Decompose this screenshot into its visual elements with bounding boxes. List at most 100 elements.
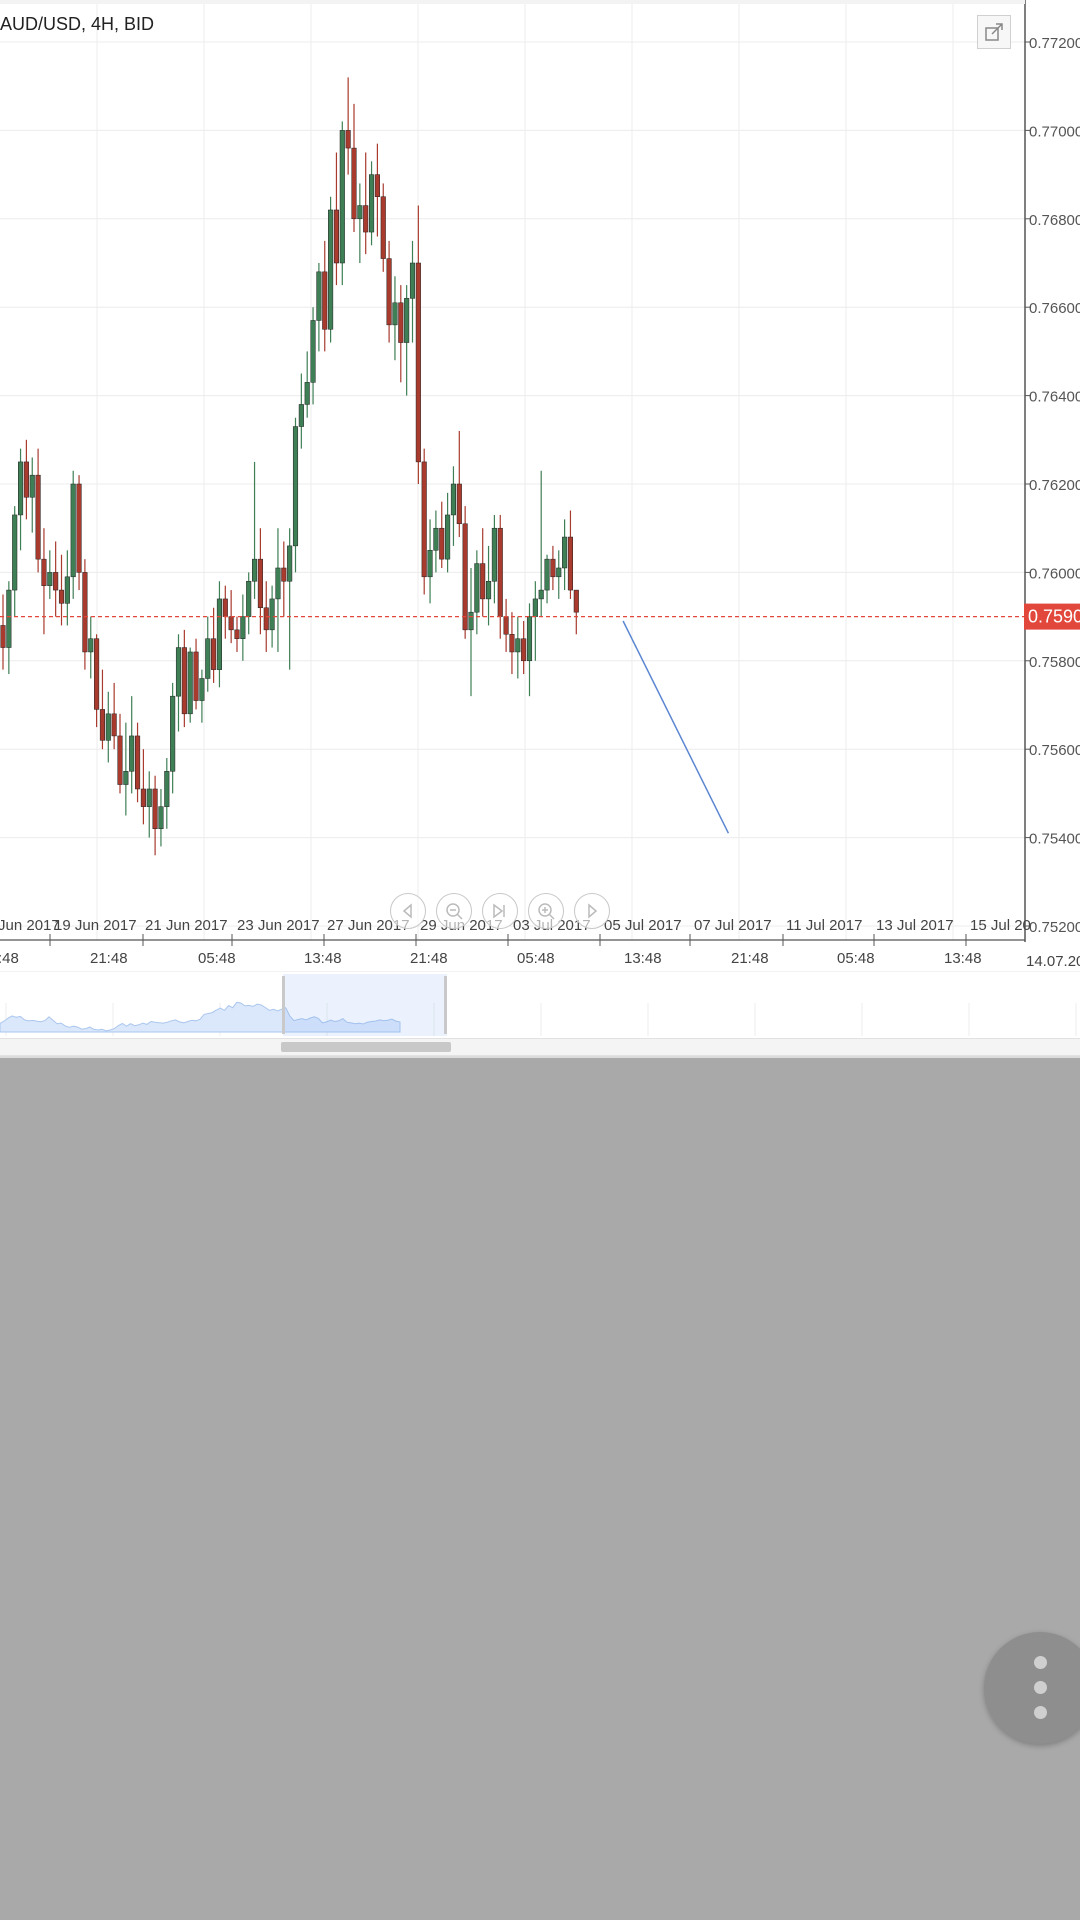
price-tick-label: 0.77000 (1029, 123, 1080, 140)
candle-bullish (252, 558, 258, 582)
candle-bearish (140, 788, 146, 807)
candle-bullish (468, 611, 474, 631)
candle-bullish (409, 262, 416, 299)
candle-bearish (193, 651, 199, 701)
candle-bearish (117, 735, 123, 785)
candle-bearish (462, 523, 468, 631)
current-price-line: 0.7590 (0, 603, 1080, 630)
zoom-in-icon (538, 903, 555, 920)
candle-bullish (433, 527, 439, 551)
candle-bearish (386, 258, 392, 326)
current-price-label: 0.7590 (1028, 607, 1080, 627)
time-label: 13:48 (624, 950, 662, 967)
candle-bullish (357, 205, 363, 220)
candle-bullish (88, 638, 94, 653)
candle-bearish (76, 483, 82, 573)
candle-bearish (567, 536, 574, 591)
candle-bearish (99, 709, 106, 741)
candle-bullish (486, 580, 492, 600)
candle-bullish (526, 616, 533, 662)
time-label: 21:48 (410, 950, 448, 967)
candle-bullish (328, 209, 334, 330)
candle-bullish (175, 647, 182, 697)
more-vertical-icon-dot (1034, 1681, 1047, 1694)
panel-divider (0, 1056, 1080, 1058)
time-label: 05:48 (837, 950, 875, 967)
candle-bullish (205, 638, 211, 679)
scroll-left-button[interactable] (390, 893, 426, 929)
candle-bullish (146, 788, 152, 807)
more-options-button[interactable] (984, 1632, 1080, 1744)
chart-panel[interactable]: 0.7590 0.77200 0.77000 0.76800 0.76600 0.764… (0, 0, 1080, 1058)
candle-bullish (515, 638, 521, 653)
jump-to-end-button[interactable] (482, 893, 518, 929)
candle-bearish (152, 788, 158, 830)
candle-bullish (216, 598, 222, 670)
time-label: :48 (0, 950, 19, 967)
candle-bearish (94, 638, 100, 710)
candle-bullish (392, 302, 398, 326)
candle-bearish (35, 474, 41, 560)
time-label: 21:48 (731, 950, 769, 967)
scroll-right-button[interactable] (574, 893, 610, 929)
candle-bearish (509, 634, 515, 653)
trend-line-segment[interactable] (622, 620, 730, 834)
navigator-handle-left (282, 976, 285, 1034)
candle-bullish (298, 404, 304, 427)
chart-scrollbar[interactable] (0, 1038, 1080, 1056)
date-label: 13 Jul 2017 (876, 917, 954, 934)
candle-bearish (111, 713, 117, 737)
candle-bullish (292, 426, 299, 547)
date-label: 07 Jul 2017 (694, 917, 772, 934)
zoom-out-button[interactable] (436, 893, 472, 929)
date-label: 11 Jul 2017 (786, 917, 862, 934)
expand-button[interactable] (977, 15, 1011, 49)
price-tick-label: 0.75200 (1029, 919, 1080, 936)
candle-bearish (58, 589, 65, 604)
candle-bullish (164, 771, 170, 807)
navigator[interactable] (0, 972, 1080, 1036)
price-tick-label: 0.76800 (1029, 212, 1080, 229)
candle-bullish (275, 567, 281, 600)
date-label: 15 Jul 20 (970, 917, 1031, 934)
candlestick-chart[interactable]: 0.7590 0.77200 0.77000 0.76800 0.76600 0.764… (0, 0, 1080, 1040)
expand-icon (985, 23, 1003, 41)
zoom-in-button[interactable] (528, 893, 564, 929)
candle-bullish (269, 598, 275, 631)
candle-bearish (222, 598, 228, 617)
price-tick-label: 0.76200 (1029, 477, 1080, 494)
candle-bearish (333, 209, 339, 264)
scrollbar-thumb[interactable] (281, 1042, 451, 1052)
price-tick-label: 0.75800 (1029, 654, 1080, 671)
candle-bearish (322, 271, 328, 330)
candle-bearish (0, 625, 6, 648)
candle-bullish (538, 589, 544, 600)
candle-bearish (374, 174, 380, 197)
time-label: 05:48 (517, 950, 555, 967)
candles (0, 77, 579, 856)
candle-bearish (82, 572, 88, 653)
candle-bullish (187, 651, 193, 715)
candle-bullish (129, 735, 135, 772)
chart-title: AUD/USD, 4H, BID (0, 14, 155, 34)
candle-bearish (228, 616, 234, 631)
navigator-handle-right (444, 976, 447, 1034)
candle-bearish (415, 262, 421, 463)
time-label: 05:48 (198, 950, 236, 967)
date-label: 19 Jun 2017 (54, 917, 137, 934)
candle-bullish (199, 678, 205, 701)
date-label: 23 Jun 2017 (237, 917, 320, 934)
zoom-out-icon (446, 903, 463, 920)
candle-bearish (135, 735, 141, 790)
candle-bearish (263, 607, 269, 631)
trend-line[interactable] (622, 620, 730, 834)
candle-bearish (345, 130, 351, 149)
candle-bearish (211, 638, 217, 670)
navigator-selection (283, 974, 447, 1036)
candle-bullish (246, 580, 252, 617)
price-tick-label: 0.75400 (1029, 831, 1080, 848)
candle-bearish (573, 589, 579, 613)
chevron-right-icon (588, 903, 598, 919)
candle-bearish (281, 567, 287, 582)
candle-bullish (170, 695, 176, 772)
